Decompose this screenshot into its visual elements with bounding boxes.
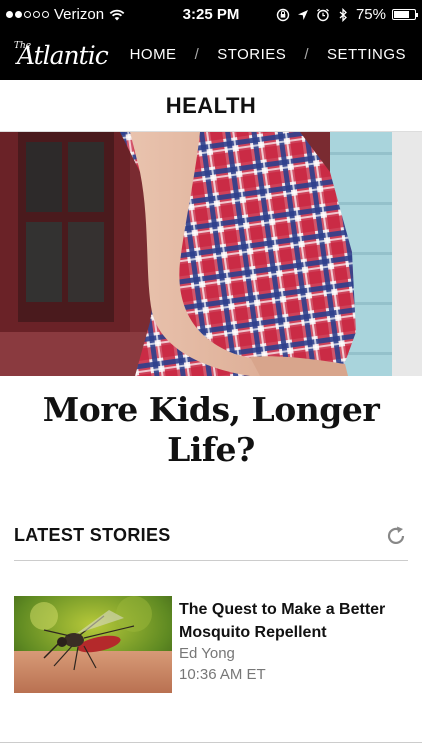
story-author: Ed Yong (179, 645, 235, 662)
hero-image[interactable] (0, 132, 422, 376)
nav-separator: / (194, 46, 200, 63)
latest-stories-header: LATEST STORIES (14, 520, 408, 561)
battery-icon (392, 9, 418, 20)
hero-photo (0, 132, 422, 376)
nav-separator: / (304, 46, 309, 63)
story-thumbnail (14, 596, 172, 693)
section-header: HEALTH (0, 80, 422, 132)
app-screen: Verizon 3:25 PM 75% The Atlantic HOME / … (0, 0, 422, 750)
nav-stories[interactable]: STORIES (217, 46, 286, 63)
battery-fill (394, 11, 409, 18)
hero-headline[interactable]: More Kids, Longer Life? (20, 390, 402, 470)
battery-percent: 75% (355, 6, 386, 23)
story-time: 10:36 AM ET (179, 666, 266, 683)
logo-name: Atlantic (17, 41, 109, 70)
section-title: HEALTH (165, 93, 257, 118)
latest-stories-label: LATEST STORIES (14, 525, 171, 545)
nav-settings[interactable]: SETTINGS (327, 46, 406, 63)
bluetooth-icon (339, 7, 347, 22)
rotation-lock-icon (276, 8, 290, 21)
mosquito-photo (14, 596, 172, 693)
status-right: 75% (276, 6, 418, 23)
refresh-icon[interactable] (384, 524, 408, 548)
nav-home[interactable]: HOME (130, 46, 177, 63)
story-title[interactable]: The Quest to Make a Better Mosquito Repe… (179, 598, 408, 644)
location-arrow-icon (297, 9, 308, 20)
list-divider (0, 742, 422, 750)
nav-links: HOME / STORIES / SETTINGS (130, 46, 406, 63)
story-item[interactable]: The Quest to Make a Better Mosquito Repe… (14, 596, 408, 694)
status-bar: Verizon 3:25 PM 75% (0, 0, 422, 30)
alarm-clock-icon (317, 8, 329, 21)
nav-bar: The Atlantic HOME / STORIES / SETTINGS (0, 30, 422, 80)
